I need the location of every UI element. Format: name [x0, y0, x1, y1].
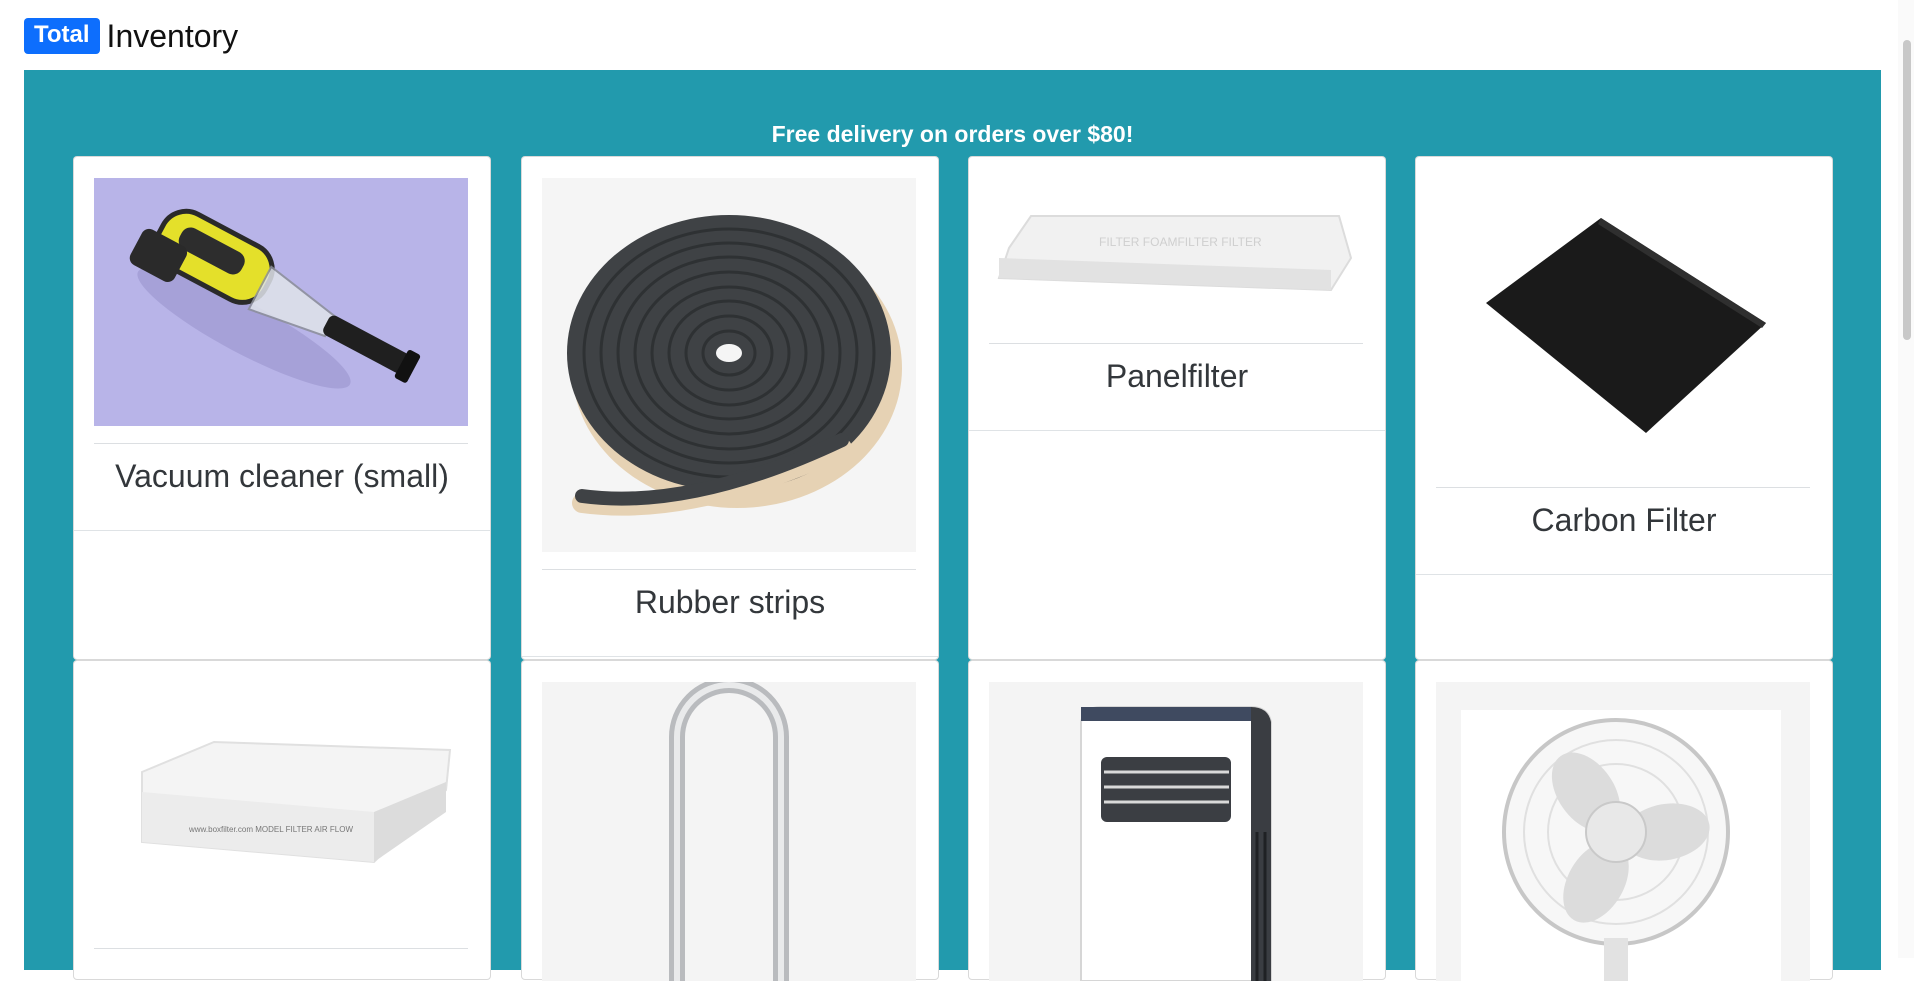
product-card-air-conditioner[interactable]	[968, 660, 1386, 981]
svg-text:www.boxfilter.com MODEL FI: www.boxfilter.com MODEL FILTER AIR FLOW	[188, 825, 353, 834]
promo-banner: Free delivery on orders over $80!	[771, 121, 1134, 147]
product-card-rubber-strips[interactable]: Rubber strips	[521, 156, 939, 660]
page-title: Inventory	[106, 18, 239, 54]
card-divider	[94, 948, 468, 949]
card-body: Vacuum cleaner (small)	[74, 157, 490, 531]
portable-air-conditioner-image	[989, 682, 1363, 981]
vertical-scrollbar[interactable]	[1898, 0, 1914, 958]
product-card-carbon-filter[interactable]: Carbon Filter	[1415, 156, 1833, 660]
product-card-vacuum[interactable]: Vacuum cleaner (small)	[73, 156, 491, 660]
carbon-filter-image	[1436, 178, 1810, 483]
product-title: Vacuum cleaner (small)	[115, 458, 449, 494]
card-body: www.boxfilter.com MODEL FILTER AIR FLOW	[74, 661, 490, 981]
card-divider	[989, 343, 1363, 344]
card-divider	[1436, 487, 1810, 488]
card-divider	[94, 443, 468, 444]
product-card-tower-fan[interactable]	[521, 660, 939, 981]
card-divider	[542, 569, 916, 570]
card-body	[522, 661, 938, 981]
product-card-panelfilter[interactable]: FILTER FOAMFILTER FILTER Panelfilter	[968, 156, 1386, 660]
product-card-desk-fan[interactable]	[1415, 660, 1833, 981]
card-body	[969, 661, 1385, 981]
card-body: Rubber strips	[522, 157, 938, 657]
svg-text:FILTER FOAMFILTER FILTER: FILTER FOAMFILTER FILTER	[1099, 235, 1262, 249]
total-badge: Total	[24, 17, 100, 55]
product-title: Rubber strips	[634, 584, 826, 620]
card-body: Carbon Filter	[1416, 157, 1832, 575]
card-body	[1416, 661, 1832, 981]
card-body: FILTER FOAMFILTER FILTER Panelfilter	[969, 157, 1385, 431]
box-filter-image: www.boxfilter.com MODEL FILTER AIR FLOW	[94, 682, 468, 940]
tower-fan-image	[542, 682, 916, 981]
page-header: Total Inventory	[24, 14, 238, 58]
inventory-panel: Free delivery on orders over $80! Vacuum…	[24, 70, 1881, 981]
desk-fan-image	[1436, 682, 1810, 981]
product-title: Carbon Filter	[1531, 502, 1717, 538]
product-title: Panelfilter	[1105, 358, 1249, 394]
handheld-vacuum-image	[94, 178, 468, 426]
panel-filter-image: FILTER FOAMFILTER FILTER	[989, 178, 1363, 328]
rubber-strip-roll-image	[542, 178, 916, 552]
product-card-box-filter[interactable]: www.boxfilter.com MODEL FILTER AIR FLOW	[73, 660, 491, 980]
scrollbar-thumb[interactable]	[1903, 40, 1911, 340]
